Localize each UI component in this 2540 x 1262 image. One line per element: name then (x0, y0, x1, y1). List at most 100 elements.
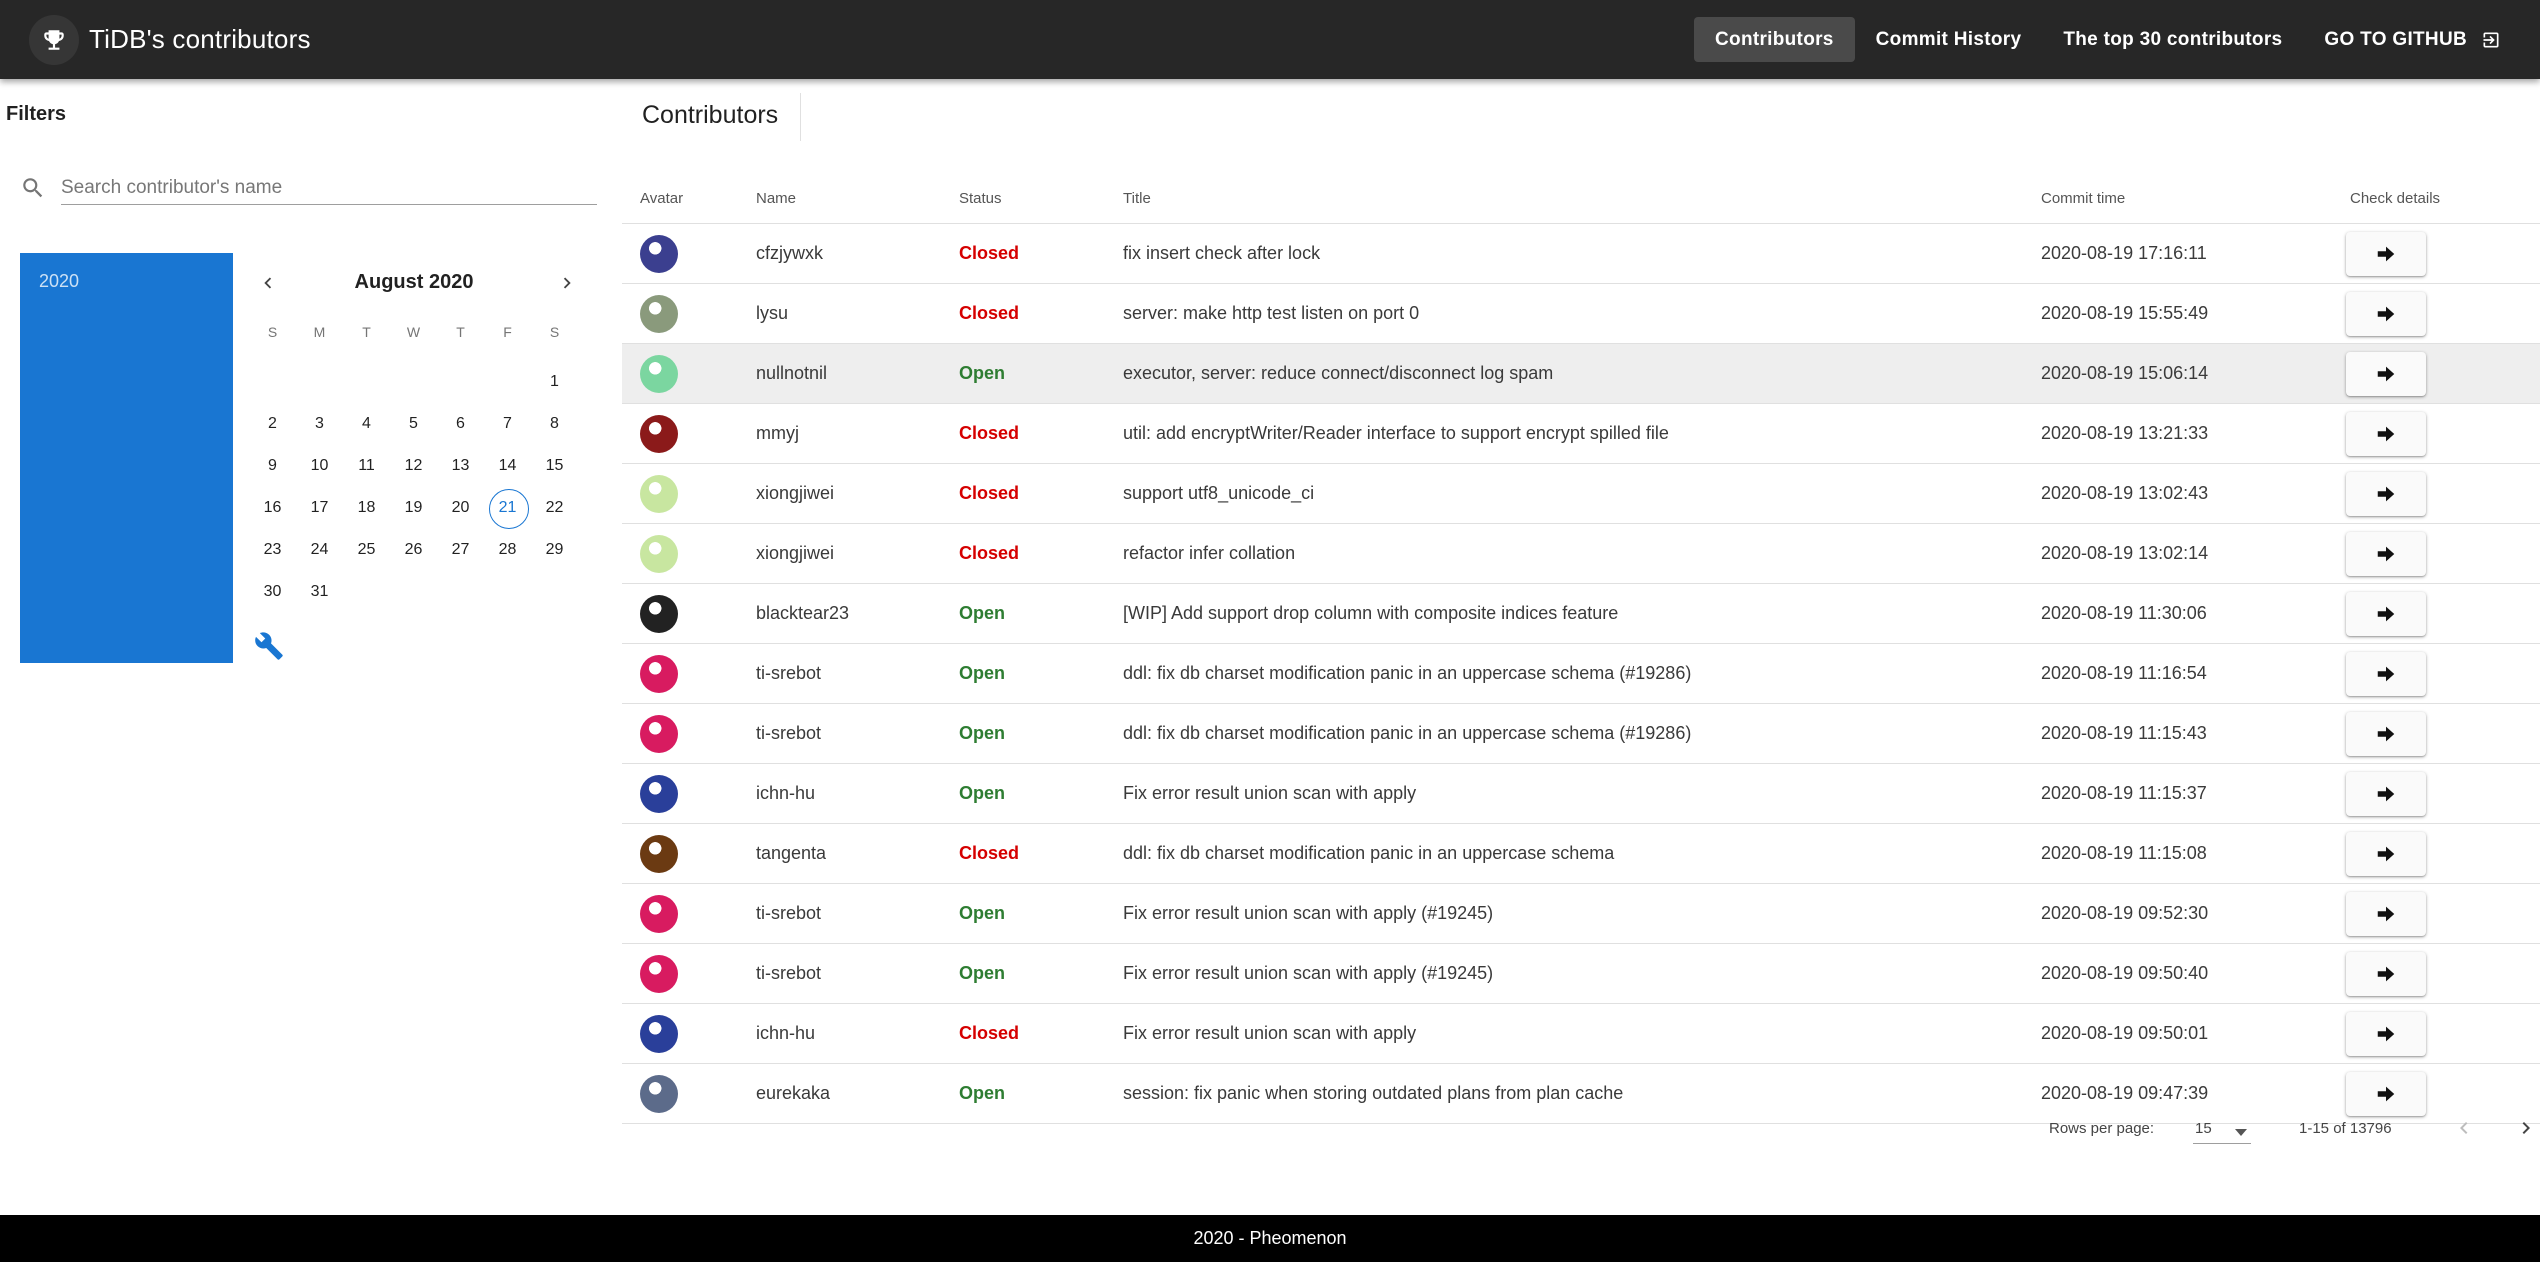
contributor-name: ti-srebot (756, 903, 822, 923)
check-details-button[interactable] (2346, 891, 2426, 936)
check-details-button[interactable] (2346, 411, 2426, 456)
calendar-day[interactable]: 23 (249, 541, 296, 559)
search-input[interactable] (61, 171, 597, 205)
calendar-day[interactable]: 19 (390, 499, 437, 517)
calendar-day[interactable]: 6 (437, 415, 484, 433)
check-details-button[interactable] (2346, 651, 2426, 696)
calendar-day[interactable]: 28 (484, 541, 531, 559)
check-details-button[interactable] (2346, 591, 2426, 636)
nav-top-30-label: The top 30 contributors (2063, 28, 2283, 50)
check-details-button[interactable] (2346, 771, 2426, 816)
table-row[interactable]: lysu Closed server: make http test listen … (622, 284, 2540, 344)
calendar-day[interactable]: 5 (390, 415, 437, 433)
avatar (640, 594, 678, 633)
table-row[interactable]: ti-srebot Open ddl: fix db charset modific… (622, 704, 2540, 764)
calendar-day[interactable]: 7 (484, 415, 531, 433)
chevron-left-icon[interactable] (2452, 1116, 2476, 1144)
calendar-day[interactable]: 15 (531, 457, 578, 475)
nav-commit-history-label: Commit History (1875, 28, 2022, 50)
calendar-week: 2345678 (249, 403, 579, 445)
chevron-right-icon[interactable] (555, 271, 579, 295)
calendar-day[interactable]: 31 (296, 583, 343, 601)
calendar-day[interactable]: 30 (249, 583, 296, 601)
check-details-button[interactable] (2346, 291, 2426, 336)
calendar-day[interactable]: 29 (531, 541, 578, 559)
table-row[interactable]: ti-srebot Open Fix error result union scan… (622, 944, 2540, 1004)
table-row[interactable]: xiongjiwei Closed refactor infer collation… (622, 524, 2540, 584)
table-row[interactable]: ti-srebot Open Fix error result union scan… (622, 884, 2540, 944)
table-row[interactable]: ichn-hu Open Fix error result union scan w… (622, 764, 2540, 824)
nav-top-30[interactable]: The top 30 contributors (2042, 17, 2303, 62)
arrow-right-icon (2377, 846, 2395, 861)
calendar-day[interactable]: 18 (343, 499, 390, 517)
status-badge: Open (959, 663, 1006, 683)
table-row[interactable]: cfzjywxk Closed fix insert check after loc… (622, 224, 2540, 284)
table-row[interactable]: tangenta Closed ddl: fix db charset modifi… (622, 824, 2540, 884)
check-details-cell (2344, 651, 2540, 696)
check-details-button[interactable] (2346, 1011, 2426, 1056)
table-row[interactable]: nullnotnil Open executor, server: reduce c… (622, 344, 2540, 404)
calendar-day[interactable]: 1 (531, 373, 578, 391)
nav-contributors[interactable]: Contributors (1694, 17, 1855, 62)
calendar-day[interactable]: 10 (296, 457, 343, 475)
check-details-button[interactable] (2346, 831, 2426, 876)
calendar-day[interactable]: 25 (343, 541, 390, 559)
check-details-button[interactable] (2346, 231, 2426, 276)
calendar-day[interactable]: 11 (343, 457, 390, 475)
arrow-right-icon (2377, 366, 2395, 381)
calendar-day[interactable]: 20 (437, 499, 484, 517)
trophy-button[interactable] (29, 14, 79, 65)
nav-go-to-github[interactable]: GO TO GITHUB (2303, 17, 2522, 62)
pr-title: Fix error result union scan with apply (1123, 783, 1417, 803)
calendar-day[interactable]: 13 (437, 457, 484, 475)
chevron-right-icon[interactable] (2514, 1116, 2538, 1144)
check-details-button[interactable] (2346, 711, 2426, 756)
table-row[interactable]: xiongjiwei Closed support utf8_unicode_ci 2… (622, 464, 2540, 524)
calendar-day[interactable]: 12 (390, 457, 437, 475)
status-badge: Closed (959, 303, 1020, 323)
nav-commit-history[interactable]: Commit History (1855, 17, 2043, 62)
avatar-cell (622, 954, 750, 993)
caret-down-icon (2235, 1124, 2247, 1141)
calendar-day[interactable]: 8 (531, 415, 578, 433)
rows-per-page-select[interactable]: 15 (2193, 1110, 2251, 1144)
selected-year[interactable]: 2020 (39, 271, 79, 292)
app-bar: TiDB's contributors Contributors Commit … (0, 0, 2540, 79)
calendar-day[interactable]: 2 (249, 415, 296, 433)
calendar-day[interactable]: 22 (531, 499, 578, 517)
calendar-day[interactable]: 21 (484, 489, 531, 529)
calendar-day[interactable]: 17 (296, 499, 343, 517)
calendar-day[interactable]: 16 (249, 499, 296, 517)
status-badge: Open (959, 723, 1006, 743)
table-row[interactable]: mmyj Closed util: add encryptWriter/Reader… (622, 404, 2540, 464)
weekday-label: S (267, 324, 278, 340)
check-details-cell (2344, 291, 2540, 336)
table-row[interactable]: ichn-hu Closed Fix error result union scan… (622, 1004, 2540, 1064)
table-row[interactable]: ti-srebot Open ddl: fix db charset modific… (622, 644, 2540, 704)
pr-title: refactor infer collation (1123, 543, 1296, 563)
calendar-day[interactable]: 24 (296, 541, 343, 559)
contributors-table: Avatar Name Status Title Commit time Che… (622, 173, 2540, 1124)
status-badge: Closed (959, 423, 1020, 443)
check-details-button[interactable] (2346, 951, 2426, 996)
check-details-button[interactable] (2346, 531, 2426, 576)
calendar-day[interactable]: 14 (484, 457, 531, 475)
wrench-icon[interactable] (254, 631, 284, 666)
check-details-cell (2344, 1011, 2540, 1056)
avatar-cell (622, 354, 750, 393)
calendar-day[interactable]: 3 (296, 415, 343, 433)
nav-go-to-github-label: GO TO GITHUB (2324, 28, 2467, 50)
calendar-day[interactable]: 9 (249, 457, 296, 475)
footer: 2020 - Pheomenon (0, 1215, 2540, 1262)
commit-time: 2020-08-19 11:30:06 (2041, 603, 2207, 623)
date-picker: August 2020 S M T W T F S 1 2 3 4 5 6 7 8 9 10 11 12 13 14 15… (249, 253, 579, 660)
calendar-day[interactable]: 4 (343, 415, 390, 433)
calendar-week: 16 17 18 19 20 21 22 (249, 487, 579, 529)
table-row[interactable]: blacktear23 Open [WIP] Add support drop co… (622, 584, 2540, 644)
check-details-button[interactable] (2346, 351, 2426, 396)
top-nav: Contributors Commit History The top 30 c… (1694, 0, 2522, 79)
check-details-button[interactable] (2346, 471, 2426, 516)
calendar-day[interactable]: 26 (390, 541, 437, 559)
avatar-cell (622, 654, 750, 693)
calendar-day[interactable]: 27 (437, 541, 484, 559)
